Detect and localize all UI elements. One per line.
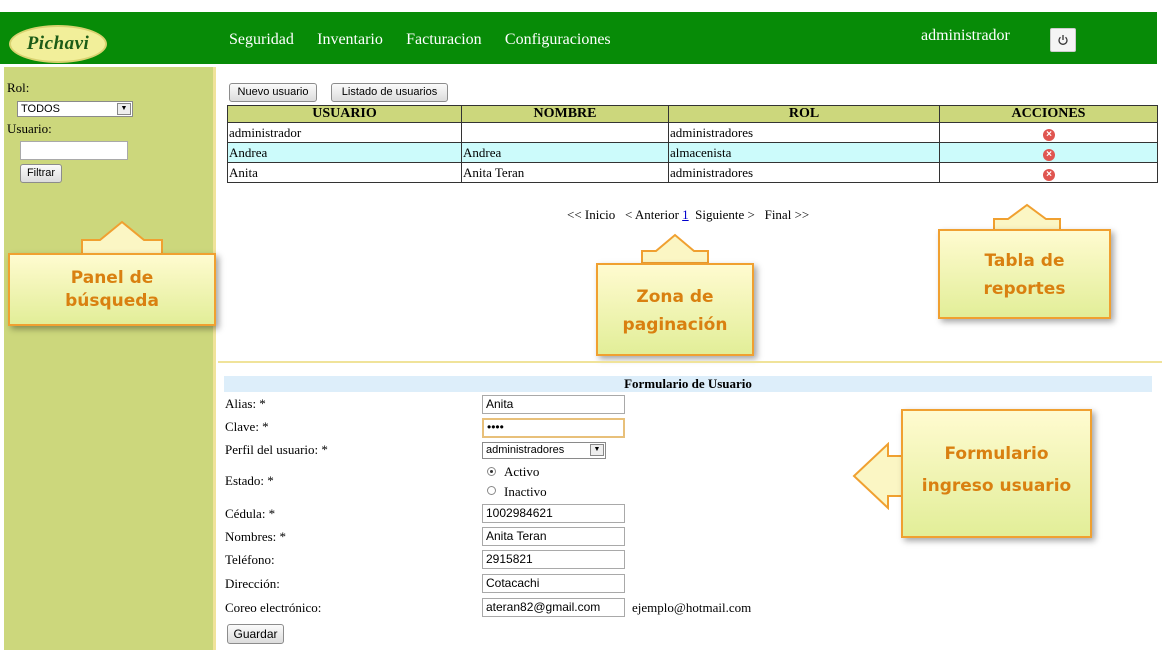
chevron-down-icon: ▼ — [590, 444, 604, 456]
callout-text: Tabla de — [984, 251, 1065, 271]
col-rol: ROL — [668, 105, 940, 123]
callout-text: búsqueda — [65, 291, 159, 311]
callout-text: ingreso usuario — [921, 476, 1072, 496]
main-nav: Seguridad Inventario Facturacion Configu… — [229, 31, 631, 49]
cedula-label: Cédula: * — [225, 506, 276, 521]
callout-text: paginación — [622, 315, 728, 335]
cell-usuario: Anita — [227, 162, 462, 183]
save-button[interactable]: Guardar — [227, 624, 284, 644]
estado-activo-label: Activo — [504, 464, 540, 479]
pager-first[interactable]: << Inicio — [567, 207, 615, 222]
col-acciones: ACCIONES — [939, 105, 1158, 123]
correo-input[interactable]: ateran82@gmail.com — [482, 598, 625, 617]
callout-search-panel: Panel de búsqueda — [8, 253, 216, 326]
direccion-input[interactable]: Cotacachi — [482, 574, 625, 593]
chevron-down-icon: ▼ — [117, 103, 131, 115]
direccion-label: Dirección: — [225, 576, 280, 591]
power-icon — [1058, 35, 1068, 45]
table-row: Andrea Andrea almacenista × — [227, 142, 1158, 163]
estado-activo-radio[interactable] — [487, 467, 496, 476]
correo-hint: ejemplo@hotmail.com — [632, 600, 752, 615]
callout-user-form: Formulario ingreso usuario — [901, 409, 1092, 538]
cell-usuario: Andrea — [227, 142, 462, 163]
callout-text: Zona de — [636, 287, 714, 307]
cell-nombre — [461, 122, 669, 143]
section-divider — [218, 361, 1162, 363]
users-table: USUARIO NOMBRE ROL ACCIONES administrado… — [227, 105, 1158, 183]
logo-text: Pichavi — [26, 33, 90, 54]
search-panel: Rol: TODOS ▼ Usuario: Filtrar — [4, 67, 216, 650]
estado-label: Estado: * — [225, 473, 274, 488]
usuario-label: Usuario: — [7, 121, 52, 136]
col-usuario: USUARIO — [227, 105, 462, 123]
nombres-label: Nombres: * — [225, 529, 287, 544]
clave-password-input[interactable]: •••• — [482, 418, 625, 438]
pager-prev[interactable]: < Anterior — [625, 207, 679, 222]
callout-pagination-zone: Zona de paginación — [596, 263, 754, 356]
nombres-input[interactable]: Anita Teran — [482, 527, 625, 546]
rol-select-value: TODOS — [21, 103, 60, 115]
table-row: Anita Anita Teran administradores × — [227, 162, 1158, 183]
delete-icon[interactable]: × — [1043, 168, 1055, 181]
cedula-input[interactable]: 1002984621 — [482, 504, 625, 523]
cell-acciones: × — [939, 142, 1158, 163]
current-username: administrador — [921, 27, 1010, 44]
perfil-label: Perfil del usuario: * — [225, 442, 328, 457]
logout-button[interactable] — [1050, 28, 1076, 52]
alias-input[interactable]: Anita — [482, 395, 625, 414]
new-user-button[interactable]: Nuevo usuario — [229, 83, 317, 102]
pager-next[interactable]: Siguiente > — [695, 207, 755, 222]
cell-rol: administradores — [668, 162, 940, 183]
delete-icon[interactable]: × — [1043, 148, 1055, 161]
table-header-row: USUARIO NOMBRE ROL ACCIONES — [227, 105, 1158, 123]
rol-select[interactable]: TODOS ▼ — [17, 101, 133, 117]
alias-label: Alias: * — [225, 396, 266, 411]
nav-configuraciones[interactable]: Configuraciones — [505, 31, 611, 48]
brand-logo[interactable]: Pichavi — [9, 25, 107, 63]
delete-icon[interactable]: × — [1043, 128, 1055, 141]
nav-facturacion[interactable]: Facturacion — [406, 31, 482, 48]
form-title: Formulario de Usuario — [224, 376, 1152, 392]
callout-reports-table: Tabla de reportes — [938, 229, 1111, 319]
callout-text: reportes — [983, 279, 1066, 299]
callout-text: Panel de — [70, 268, 154, 288]
nav-inventario[interactable]: Inventario — [317, 31, 383, 48]
nav-seguridad[interactable]: Seguridad — [229, 31, 294, 48]
cell-nombre: Anita Teran — [461, 162, 669, 183]
list-users-button[interactable]: Listado de usuarios — [331, 83, 448, 102]
arrow-up-icon — [641, 233, 709, 264]
cell-rol: almacenista — [668, 142, 940, 163]
cell-usuario: administrador — [227, 122, 462, 143]
cell-nombre: Andrea — [461, 142, 669, 163]
arrow-up-icon — [81, 220, 163, 255]
arrow-left-icon — [852, 442, 905, 510]
pagination: << Inicio < Anterior 1 Siguiente > Final… — [567, 207, 809, 223]
correo-label: Coreo electrónico: — [225, 600, 322, 615]
table-row: administrador administradores × — [227, 122, 1158, 143]
cell-acciones: × — [939, 162, 1158, 183]
cell-acciones: × — [939, 122, 1158, 143]
estado-inactivo-radio[interactable] — [487, 486, 496, 495]
perfil-select-value: administradores — [486, 444, 565, 456]
filter-button[interactable]: Filtrar — [20, 164, 62, 183]
estado-inactivo-label: Inactivo — [504, 484, 547, 499]
telefono-input[interactable]: 2915821 — [482, 550, 625, 569]
clave-label: Clave: * — [225, 419, 269, 434]
cell-rol: administradores — [668, 122, 940, 143]
col-nombre: NOMBRE — [461, 105, 669, 123]
pager-page-1[interactable]: 1 — [682, 207, 689, 222]
usuario-filter-input[interactable] — [20, 141, 128, 160]
perfil-select[interactable]: administradores ▼ — [482, 442, 606, 459]
rol-label: Rol: — [7, 80, 30, 95]
top-navbar: Pichavi Seguridad Inventario Facturacion… — [0, 12, 1157, 64]
callout-text: Formulario — [944, 444, 1049, 464]
pager-last[interactable]: Final >> — [765, 207, 810, 222]
telefono-label: Teléfono: — [225, 552, 275, 567]
